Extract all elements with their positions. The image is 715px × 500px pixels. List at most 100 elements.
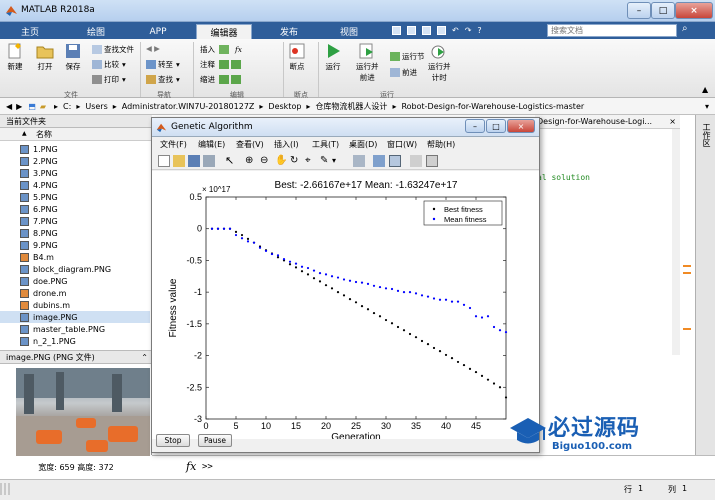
save-button[interactable]: 保存 — [64, 43, 82, 72]
file-row[interactable]: 6.PNG — [0, 203, 150, 215]
file-row[interactable]: 5.PNG — [0, 191, 150, 203]
open-button[interactable]: 打开 — [36, 43, 54, 72]
maximize-button[interactable]: □ — [651, 2, 675, 19]
redo-icon[interactable]: ↷ — [465, 26, 472, 35]
open-icon[interactable] — [173, 155, 185, 167]
legend-icon[interactable] — [389, 155, 401, 167]
path-segment[interactable]: Robot-Design-for-Warehouse-Logistics-mas… — [401, 102, 584, 111]
file-row[interactable]: B4.m — [0, 251, 150, 263]
file-row[interactable]: n_2_1.PNG — [0, 335, 150, 347]
path-segment[interactable]: Users — [85, 102, 107, 111]
nav-arrows[interactable]: ◀ ▶ — [146, 44, 160, 53]
paste-icon[interactable] — [437, 26, 446, 35]
find-files-button[interactable]: 查找文件 — [92, 44, 134, 55]
file-row[interactable]: block_diagram.PNG — [0, 263, 150, 275]
tab-view[interactable]: 视图 — [326, 24, 372, 39]
copy-icon[interactable] — [422, 26, 431, 35]
path-dropdown-icon[interactable]: ▾ — [705, 102, 709, 111]
file-row[interactable]: 9.PNG — [0, 239, 150, 251]
run-advance-button[interactable]: 运行并 前进 — [356, 43, 379, 83]
file-row[interactable]: 2.PNG — [0, 155, 150, 167]
file-row[interactable]: image.PNG — [0, 311, 150, 323]
path-segment[interactable]: C: — [63, 102, 71, 111]
forward-icon[interactable]: ▶ — [16, 102, 22, 111]
ga-close-button[interactable]: × — [507, 119, 535, 133]
file-row[interactable]: 1.PNG — [0, 143, 150, 155]
path-segment[interactable]: Administrator.WIN7U-20180127Z — [122, 102, 255, 111]
ga-title-bar[interactable]: Genetic Algorithm – □ × — [152, 118, 539, 137]
up-folder-icon[interactable]: ⬒ — [28, 102, 36, 111]
print-button[interactable]: 打印 ▾ — [92, 74, 126, 85]
data-cursor-icon[interactable]: ⌖ — [305, 155, 317, 167]
close-button[interactable]: × — [675, 2, 713, 19]
hide-tools-icon[interactable] — [410, 155, 422, 167]
run-button[interactable]: 运行 — [324, 43, 342, 72]
column-header[interactable]: ▲ 名称 — [0, 128, 152, 141]
pointer-icon[interactable]: ↖ — [225, 155, 237, 167]
find-button[interactable]: 查找 ▾ — [146, 74, 180, 85]
file-row[interactable]: 8.PNG — [0, 227, 150, 239]
menu-file[interactable]: 文件(F) — [160, 139, 187, 150]
new-figure-icon[interactable] — [158, 155, 170, 167]
menu-tools[interactable]: 工具(T) — [312, 139, 339, 150]
tab-plots[interactable]: 绘图 — [72, 24, 120, 39]
new-button[interactable]: 新建 — [6, 43, 24, 72]
search-icon[interactable]: ⌕ — [682, 23, 688, 34]
goto-button[interactable]: 转至 ▾ — [146, 59, 180, 70]
chevron-down-icon[interactable]: ▾ — [332, 155, 344, 167]
compare-button[interactable]: 比较 ▾ — [92, 59, 126, 70]
tab-publish[interactable]: 发布 — [264, 24, 314, 39]
path-segment[interactable]: Desktop — [268, 102, 301, 111]
cut-icon[interactable] — [407, 26, 416, 35]
zoom-out-icon[interactable]: ⊖ — [260, 155, 272, 167]
breakpoints-button[interactable]: 断点 — [288, 43, 306, 72]
show-tools-icon[interactable] — [426, 155, 438, 167]
menu-insert[interactable]: 插入(I) — [274, 139, 299, 150]
pause-button[interactable]: Pause — [198, 434, 232, 447]
zoom-in-icon[interactable]: ⊕ — [245, 155, 257, 167]
file-row[interactable]: master_table.PNG — [0, 323, 150, 335]
ga-minimize-button[interactable]: – — [465, 119, 485, 133]
rotate-icon[interactable]: ↻ — [290, 155, 302, 167]
browse-folder-icon[interactable]: ▰ — [40, 102, 46, 111]
search-input[interactable] — [547, 24, 677, 37]
save-small-icon[interactable] — [392, 26, 401, 35]
colorbar-icon[interactable] — [373, 155, 385, 167]
run-and-time-button[interactable]: 运行并 计时 — [428, 43, 451, 83]
back-icon[interactable]: ◀ — [6, 102, 12, 111]
comment-button[interactable]: 注释 — [200, 59, 243, 70]
save-icon[interactable] — [188, 155, 200, 167]
menu-help[interactable]: 帮助(H) — [427, 139, 455, 150]
link-plot-icon[interactable] — [353, 155, 365, 167]
tab-editor[interactable]: 编辑器 — [196, 24, 252, 39]
file-row[interactable]: 4.PNG — [0, 179, 150, 191]
collapse-ribbon-icon[interactable]: ▲ — [702, 85, 708, 94]
brush-icon[interactable]: ✎ — [320, 155, 332, 167]
advance-button[interactable]: 前进 — [390, 67, 417, 78]
print-icon[interactable] — [203, 155, 215, 167]
undo-icon[interactable]: ↶ — [452, 26, 459, 35]
insert-button[interactable]: 插入 fx — [200, 44, 242, 55]
pan-icon[interactable]: ✋ — [275, 155, 287, 167]
help-icon[interactable]: ? — [477, 26, 481, 35]
file-row[interactable]: doe.PNG — [0, 275, 150, 287]
path-segment[interactable]: 仓库物流机器人设计 — [315, 101, 387, 112]
menu-desktop[interactable]: 桌面(D) — [349, 139, 377, 150]
minimize-button[interactable]: – — [627, 2, 651, 19]
file-row[interactable]: drone.m — [0, 287, 150, 299]
menu-window[interactable]: 窗口(W) — [387, 139, 417, 150]
chevron-up-icon[interactable]: ⌃ — [141, 353, 148, 362]
run-section-button[interactable]: 运行节 — [390, 51, 425, 62]
tab-apps[interactable]: APP — [136, 24, 180, 39]
ga-maximize-button[interactable]: □ — [486, 119, 506, 133]
warning-marker[interactable] — [683, 272, 691, 274]
file-row[interactable]: dubins.m — [0, 299, 150, 311]
file-row[interactable]: 7.PNG — [0, 215, 150, 227]
indent-button[interactable]: 缩进 — [200, 74, 243, 85]
tab-home[interactable]: 主页 — [8, 24, 52, 39]
file-row[interactable]: 3.PNG — [0, 167, 150, 179]
warning-marker[interactable] — [683, 328, 691, 330]
editor-scrollbar[interactable] — [672, 129, 680, 355]
menu-view[interactable]: 查看(V) — [236, 139, 264, 150]
menu-edit[interactable]: 编辑(E) — [198, 139, 225, 150]
